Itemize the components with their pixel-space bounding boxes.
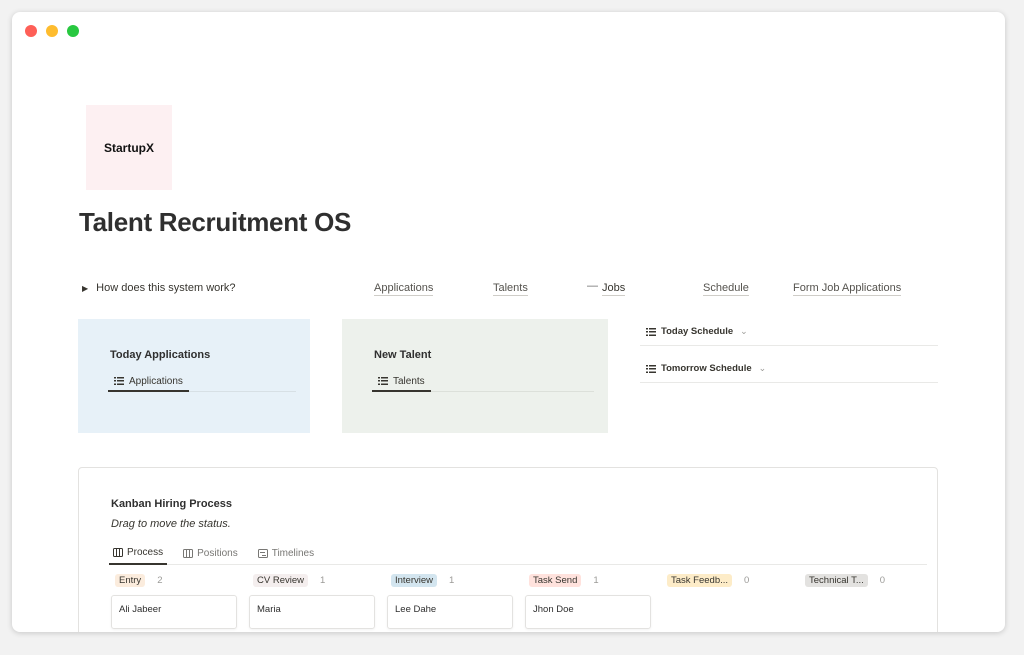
- column-header[interactable]: Task Feedb... 0: [663, 572, 789, 588]
- today-applications-title: Today Applications: [110, 349, 211, 361]
- applications-view-label: Applications: [129, 375, 183, 387]
- tab-process-label: Process: [127, 546, 164, 558]
- kanban-card[interactable]: Jhon Doe: [525, 595, 651, 629]
- kanban-column-task-feedback: Task Feedb... 0: [663, 572, 789, 588]
- column-count: 0: [744, 574, 750, 586]
- nav-link-talents[interactable]: Talents: [493, 282, 528, 296]
- tab-timelines[interactable]: Timelines: [254, 541, 318, 565]
- column-count: 0: [879, 574, 886, 586]
- nav-link-jobs[interactable]: Jobs: [602, 282, 626, 296]
- kanban-card[interactable]: Ali Jabeer: [111, 595, 237, 629]
- new-talent-title: New Talent: [374, 349, 432, 361]
- board-icon: [113, 547, 123, 557]
- tab-positions-label: Positions: [197, 547, 238, 559]
- status-badge: Interview: [391, 573, 438, 587]
- tab-positions[interactable]: Positions: [179, 541, 242, 565]
- tab-timelines-label: Timelines: [271, 547, 315, 559]
- kanban-section: Kanban Hiring Process Drag to move the s…: [78, 467, 938, 632]
- list-icon: [378, 377, 388, 385]
- column-header[interactable]: Task Send 1: [525, 572, 651, 588]
- today-schedule-view[interactable]: Today Schedule ⌄: [640, 318, 938, 346]
- window-controls: [25, 25, 79, 37]
- tomorrow-schedule-label: Tomorrow Schedule: [661, 363, 752, 374]
- close-window-button[interactable]: [25, 25, 37, 37]
- kanban-column-technical-test: Technical T... 0: [801, 572, 927, 588]
- kanban-column-cv-review: CV Review 1 Maria: [249, 572, 375, 629]
- logo-text: StartupX: [103, 140, 154, 155]
- toggle-triangle-icon[interactable]: ▶: [82, 284, 88, 293]
- kanban-view-tabs: Process Positions Timelines: [109, 541, 927, 565]
- column-header[interactable]: Technical T... 0: [801, 572, 927, 588]
- kanban-card[interactable]: Maria: [249, 595, 375, 629]
- app-window: StartupX Talent Recruitment OS ▶ How doe…: [12, 12, 1005, 632]
- nav-link-applications[interactable]: Applications: [374, 282, 434, 296]
- kanban-title: Kanban Hiring Process: [111, 498, 233, 510]
- column-header[interactable]: CV Review 1: [249, 572, 375, 588]
- status-badge: Technical T...: [805, 573, 868, 587]
- status-badge: Entry: [115, 573, 146, 587]
- maximize-window-button[interactable]: [67, 25, 79, 37]
- nav-link-schedule[interactable]: Schedule: [703, 282, 749, 296]
- list-icon: [646, 327, 656, 336]
- page-icon[interactable]: StartupX: [86, 105, 172, 190]
- column-count: 2: [157, 574, 163, 586]
- nav-link-form-job-applications[interactable]: Form Job Applications: [793, 282, 902, 296]
- how-it-works-toggle[interactable]: ▶ How does this system work?: [82, 282, 236, 294]
- applications-view-tab[interactable]: Applications: [108, 372, 189, 392]
- list-icon: [646, 364, 656, 373]
- kanban-column-interview: Interview 1 Lee Dahe: [387, 572, 513, 629]
- talents-view-label: Talents: [393, 375, 425, 387]
- kanban-column-task-send: Task Send 1 Jhon Doe: [525, 572, 651, 629]
- kanban-subtitle: Drag to move the status.: [111, 518, 231, 530]
- column-count: 1: [449, 574, 455, 586]
- kanban-card[interactable]: Lee Dahe: [387, 595, 513, 629]
- column-count: 1: [320, 574, 326, 586]
- today-applications-card: Today Applications Applications: [78, 319, 310, 433]
- minimize-window-button[interactable]: [46, 25, 58, 37]
- column-count: 1: [593, 574, 599, 586]
- new-talent-card: New Talent Talents: [342, 319, 608, 433]
- chevron-down-icon[interactable]: ⌄: [740, 326, 748, 337]
- board-icon: [183, 548, 194, 558]
- list-icon: [114, 377, 124, 385]
- kanban-column-entry: Entry 2 Ali Jabeer: [111, 572, 237, 629]
- tomorrow-schedule-view[interactable]: Tomorrow Schedule ⌄: [640, 355, 938, 383]
- tab-process[interactable]: Process: [109, 541, 168, 565]
- page-title: Talent Recruitment OS: [79, 207, 352, 237]
- status-badge: CV Review: [253, 573, 308, 587]
- status-badge: Task Send: [529, 573, 582, 587]
- toggle-label: How does this system work?: [96, 282, 236, 294]
- column-header[interactable]: Entry 2: [111, 572, 237, 588]
- talents-view-tab[interactable]: Talents: [372, 372, 431, 392]
- timeline-icon: [257, 548, 268, 558]
- today-schedule-label: Today Schedule: [661, 326, 734, 337]
- status-badge: Task Feedb...: [667, 573, 733, 587]
- jobs-dash-icon: —: [587, 280, 598, 292]
- column-header[interactable]: Interview 1: [387, 572, 513, 588]
- chevron-down-icon[interactable]: ⌄: [759, 363, 767, 374]
